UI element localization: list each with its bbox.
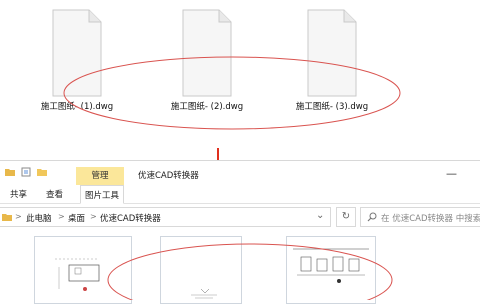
breadcrumb-this-pc[interactable]: 此电脑 [26,212,52,224]
folder-icon [2,214,12,221]
title-bar: 管理 优速CAD转换器 — [0,161,480,185]
refresh-button[interactable]: ↻ [336,207,356,227]
breadcrumb-folder[interactable]: 优速CAD转换器 [100,212,161,224]
search-icon [367,212,377,222]
file-grid: 施工图纸- (1).dwg 施工图纸- (2).dwg 施工图纸- (3).dw… [0,0,480,158]
ribbon-tabs: 共享 查看 图片工具 [0,185,480,204]
window-title: 优速CAD转换器 [138,171,199,181]
search-input[interactable]: 在 优速CAD转换器 中搜索 [360,207,480,227]
annotation-ellipse [107,243,393,300]
address-row: > 此电脑 > 桌面 > 优速CAD转换器 ⌄ ↻ 在 优速CAD转换器 中搜索 [0,203,480,229]
tab-share[interactable]: 共享 [10,188,27,200]
address-bar[interactable]: > 此电脑 > 桌面 > 优速CAD转换器 ⌄ [0,207,331,227]
breadcrumb-separator[interactable]: > [58,212,65,221]
tab-view[interactable]: 查看 [46,188,63,200]
annotation-ellipse [63,56,401,130]
breadcrumb-separator[interactable]: > [15,212,22,221]
breadcrumb-separator[interactable]: > [90,212,97,221]
breadcrumb-desktop[interactable]: 桌面 [68,212,85,224]
search-placeholder: 在 优速CAD转换器 中搜索 [381,214,480,224]
contextual-tab-manage[interactable]: 管理 [76,169,124,181]
properties-icon[interactable] [20,166,32,178]
new-folder-icon[interactable] [36,166,48,178]
folder-icon [5,169,15,176]
content-pane [0,232,480,304]
minimize-button[interactable]: — [446,167,457,180]
tab-picture-tools[interactable]: 图片工具 [80,185,125,204]
address-dropdown-icon[interactable]: ⌄ [316,210,324,221]
